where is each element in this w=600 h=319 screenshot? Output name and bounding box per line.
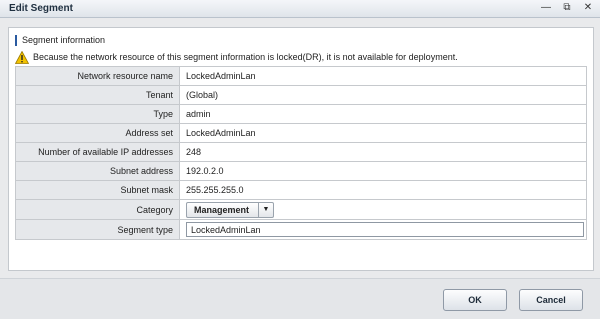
window-controls: — ⧉ ✕ bbox=[540, 2, 594, 14]
field-label: Number of available IP addresses bbox=[15, 142, 180, 162]
segment-type-label: Segment type bbox=[15, 219, 180, 240]
field-value: LockedAdminLan bbox=[179, 66, 587, 86]
field-value: 255.255.255.0 bbox=[179, 180, 587, 200]
table-row: Network resource name LockedAdminLan bbox=[15, 66, 587, 86]
field-value: 248 bbox=[179, 142, 587, 162]
field-label: Subnet mask bbox=[15, 180, 180, 200]
dialog-title: Edit Segment bbox=[9, 3, 73, 14]
field-value: (Global) bbox=[179, 85, 587, 105]
field-label: Type bbox=[15, 104, 180, 124]
field-label: Subnet address bbox=[15, 161, 180, 181]
segment-info-table: Network resource name LockedAdminLan Ten… bbox=[15, 66, 587, 240]
title-bar: Edit Segment — ⧉ ✕ bbox=[0, 0, 600, 18]
segment-type-input[interactable] bbox=[186, 222, 584, 237]
chevron-down-icon[interactable]: ▼ bbox=[258, 202, 273, 217]
close-icon[interactable]: ✕ bbox=[582, 2, 594, 14]
restore-icon[interactable]: ⧉ bbox=[561, 2, 573, 14]
table-row: Subnet mask 255.255.255.0 bbox=[15, 180, 587, 200]
ok-button[interactable]: OK bbox=[443, 289, 507, 311]
table-row: Segment type bbox=[15, 219, 587, 240]
category-label: Category bbox=[15, 199, 180, 220]
segment-type-cell bbox=[179, 219, 587, 240]
field-value: LockedAdminLan bbox=[179, 123, 587, 143]
warning-message: Because the network resource of this seg… bbox=[15, 50, 458, 64]
category-cell: Management ▼ bbox=[179, 199, 587, 220]
table-row: Category Management ▼ bbox=[15, 199, 587, 220]
dialog-footer: OK Cancel bbox=[0, 278, 600, 319]
field-label: Network resource name bbox=[15, 66, 180, 86]
table-row: Number of available IP addresses 248 bbox=[15, 142, 587, 162]
warning-icon bbox=[15, 50, 29, 64]
field-label: Tenant bbox=[15, 85, 180, 105]
field-value: admin bbox=[179, 104, 587, 124]
section-title: Segment information bbox=[15, 35, 105, 46]
table-row: Type admin bbox=[15, 104, 587, 124]
field-value: 192.0.2.0 bbox=[179, 161, 587, 181]
minimize-icon[interactable]: — bbox=[540, 2, 552, 14]
category-selected-value: Management bbox=[194, 204, 250, 215]
warning-text: Because the network resource of this seg… bbox=[33, 52, 458, 62]
segment-panel: Segment information Because the network … bbox=[8, 27, 594, 271]
field-label: Address set bbox=[15, 123, 180, 143]
cancel-button[interactable]: Cancel bbox=[519, 289, 583, 311]
table-row: Subnet address 192.0.2.0 bbox=[15, 161, 587, 181]
table-row: Tenant (Global) bbox=[15, 85, 587, 105]
table-row: Address set LockedAdminLan bbox=[15, 123, 587, 143]
category-select[interactable]: Management ▼ bbox=[186, 201, 275, 218]
